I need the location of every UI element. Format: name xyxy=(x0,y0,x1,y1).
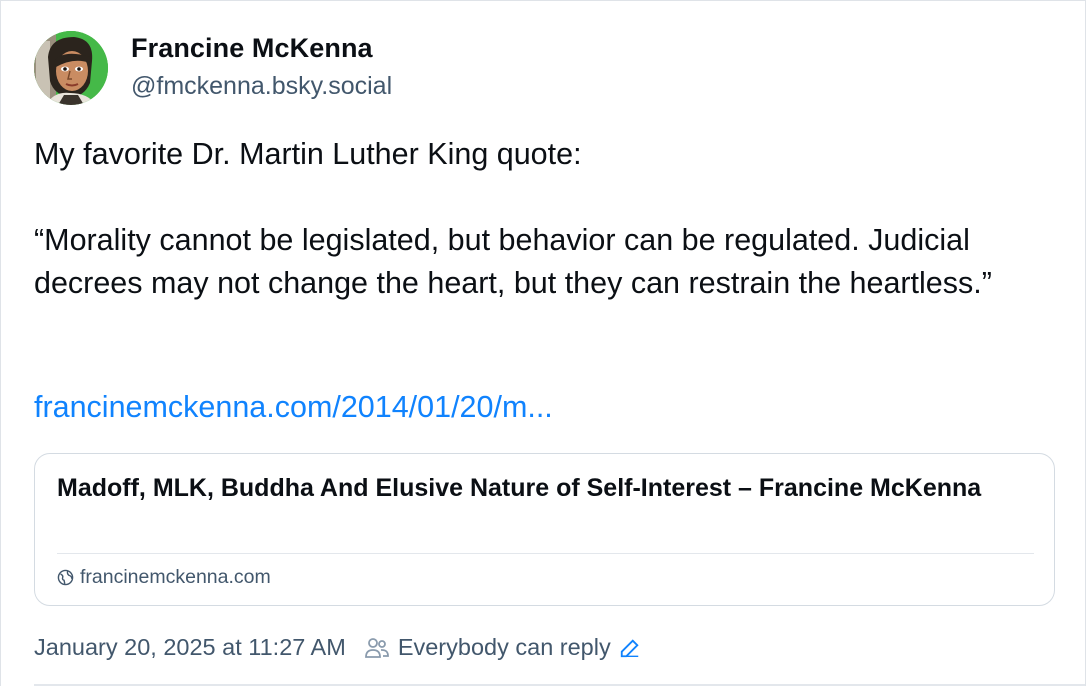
avatar-portrait-icon xyxy=(34,31,108,105)
post-intro: My favorite Dr. Martin Luther King quote… xyxy=(34,137,582,171)
link-preview-card[interactable]: Madoff, MLK, Buddha And Elusive Nature o… xyxy=(34,453,1055,606)
link-preview-divider xyxy=(57,553,1034,554)
pencil-icon[interactable] xyxy=(619,637,641,659)
post-link[interactable]: francinemckenna.com/2014/01/20/m... xyxy=(34,390,553,425)
post-card: Francine McKenna @fmckenna.bsky.social M… xyxy=(0,0,1086,686)
post-body: My favorite Dr. Martin Luther King quote… xyxy=(34,133,1064,305)
link-preview-domain: francinemckenna.com xyxy=(80,566,271,588)
author-handle[interactable]: @fmckenna.bsky.social xyxy=(131,72,392,101)
post-footer: January 20, 2025 at 11:27 AM Everybody c… xyxy=(34,634,641,661)
link-preview-title: Madoff, MLK, Buddha And Elusive Nature o… xyxy=(57,474,982,502)
post-quote: “Morality cannot be legislated, but beha… xyxy=(34,223,992,300)
post-timestamp[interactable]: January 20, 2025 at 11:27 AM xyxy=(34,634,346,661)
author-display-name[interactable]: Francine McKenna xyxy=(131,33,373,64)
people-icon xyxy=(364,636,390,660)
globe-icon xyxy=(57,569,74,586)
reply-setting-label[interactable]: Everybody can reply xyxy=(398,634,611,661)
link-preview-domain-row: francinemckenna.com xyxy=(57,566,271,589)
author-avatar[interactable] xyxy=(34,31,108,105)
